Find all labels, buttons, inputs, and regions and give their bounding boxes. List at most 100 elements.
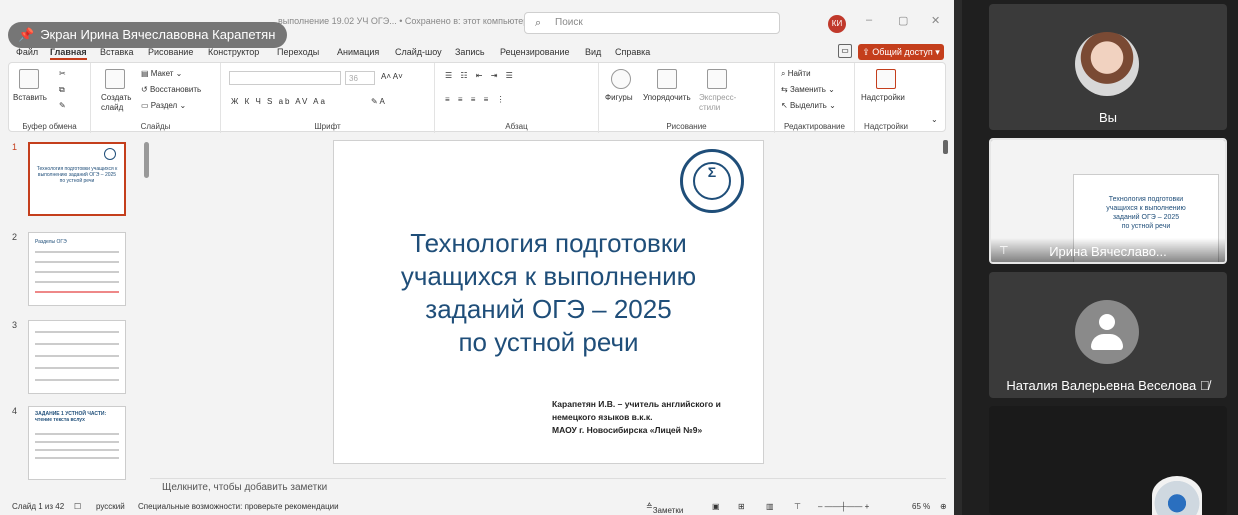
collapse-ribbon-icon[interactable]: ⌄ bbox=[931, 115, 938, 124]
tab-review[interactable]: Рецензирование bbox=[500, 47, 570, 57]
pin-icon[interactable]: ⊤ bbox=[999, 244, 1009, 257]
paste-button[interactable]: Вставить bbox=[13, 93, 47, 102]
tab-animations[interactable]: Анимация bbox=[337, 47, 379, 57]
tab-draw[interactable]: Рисование bbox=[148, 47, 193, 57]
font-format-buttons[interactable]: Ж К Ч S ab AV Aa bbox=[231, 97, 327, 106]
thumbnail-slide-1[interactable]: Технология подготовки учащихся к выполне… bbox=[28, 142, 126, 216]
sorter-view-icon[interactable]: ⊞ bbox=[738, 502, 745, 511]
replace-button[interactable]: ⇆ Заменить ⌄ bbox=[781, 85, 835, 94]
drawing-label: Рисование bbox=[666, 122, 707, 131]
slideshow-icon[interactable]: ⊤ bbox=[794, 502, 801, 511]
section-button[interactable]: ▭ Раздел ⌄ bbox=[141, 101, 186, 110]
table-line bbox=[35, 343, 119, 345]
align-icons[interactable]: ≡ ≡ ≡ ≡ ⋮ bbox=[445, 95, 508, 104]
tab-slideshow[interactable]: Слайд-шоу bbox=[395, 47, 442, 57]
participant-name-text: Наталия Валерьевна Веселова bbox=[1006, 378, 1197, 393]
format-painter-icon[interactable]: ✎ bbox=[59, 101, 66, 110]
thumbnail-number: 2 bbox=[12, 232, 18, 242]
font-size-field[interactable]: 36 bbox=[345, 71, 375, 85]
participant-name: Ирина Вячеславо... bbox=[1049, 244, 1167, 259]
paste-icon[interactable] bbox=[19, 69, 39, 89]
user-avatar[interactable]: КИ bbox=[828, 15, 846, 33]
ribbon: Вставить ✂ ⧉ ✎ Буфер обмена Создать слай… bbox=[8, 62, 946, 133]
shapes-icon[interactable] bbox=[611, 69, 631, 89]
thumbnails-scrollbar[interactable] bbox=[144, 142, 149, 178]
list-icons[interactable]: ☰ ☷ ⇤ ⇥ ☰ bbox=[445, 71, 516, 80]
arrange-icon[interactable] bbox=[657, 69, 677, 89]
table-line bbox=[35, 355, 119, 357]
tab-home[interactable]: Главная bbox=[50, 47, 87, 60]
addins-group: Надстройки Надстройки bbox=[855, 63, 917, 133]
pin-icon[interactable]: 📌 bbox=[18, 27, 34, 42]
close-button[interactable]: ✕ bbox=[931, 14, 940, 27]
normal-view-icon[interactable]: ▣ bbox=[712, 502, 720, 511]
quick-styles-button[interactable]: Экспресс-стили bbox=[699, 93, 739, 113]
slide-scrollbar[interactable] bbox=[943, 140, 948, 154]
font-group: 36 A˄ A˅ Ж К Ч S ab AV Aa ✎ A Шрифт bbox=[221, 63, 435, 133]
search-input[interactable]: ⌕ Поиск bbox=[524, 12, 780, 34]
participant-tile-presenter[interactable]: Технология подготовки учащихся к выполне… bbox=[989, 138, 1227, 264]
reset-button[interactable]: ↺ Восстановить bbox=[141, 85, 201, 94]
cut-icon[interactable]: ✂ bbox=[59, 69, 66, 78]
thumbnail-slide-4[interactable]: ЗАДАНИЕ 1 УСТНОЙ ЧАСТИ: чтение текста вс… bbox=[28, 406, 126, 480]
slide-title: Технология подготовки учащихся к выполне… bbox=[354, 227, 743, 359]
webcam-icon bbox=[1152, 476, 1202, 515]
layout-label: Макет bbox=[150, 69, 174, 78]
preview-title-line: учащихся к выполнению bbox=[1106, 205, 1186, 212]
tab-transitions[interactable]: Переходы bbox=[277, 47, 319, 57]
table-line bbox=[35, 261, 119, 263]
accessibility-status[interactable]: Специальные возможности: проверьте реком… bbox=[138, 502, 339, 511]
select-button[interactable]: ↖ Выделить ⌄ bbox=[781, 101, 836, 110]
thumbnail-slide-3[interactable] bbox=[28, 320, 126, 394]
comments-icon[interactable]: ▭ bbox=[838, 44, 852, 58]
reading-view-icon[interactable]: ▥ bbox=[766, 502, 774, 511]
find-button[interactable]: ⌕ Найти bbox=[781, 69, 811, 79]
tab-design[interactable]: Конструктор bbox=[208, 47, 259, 57]
notes-button[interactable]: ≙ Заметки bbox=[646, 502, 683, 515]
table-line bbox=[35, 271, 119, 273]
language-indicator[interactable]: русский bbox=[96, 502, 125, 511]
tab-file[interactable]: Файл bbox=[16, 47, 38, 57]
minimize-button[interactable]: – bbox=[866, 14, 872, 26]
zoom-level[interactable]: 65 % bbox=[912, 502, 930, 511]
grow-font-icon[interactable]: A˄ A˅ bbox=[381, 72, 403, 81]
participant-tile-self[interactable]: Вы bbox=[989, 4, 1227, 130]
shared-screen: выполнение 19.02 УЧ ОГЭ... • Сохранено в… bbox=[0, 0, 962, 515]
font-name-field[interactable] bbox=[229, 71, 341, 85]
notes-field[interactable]: Щелкните, чтобы добавить заметки bbox=[150, 478, 946, 496]
new-slide-button[interactable]: Создать слайд bbox=[101, 93, 135, 113]
addins-button[interactable]: Надстройки bbox=[861, 93, 905, 102]
preview-title-line: по устной речи bbox=[1121, 223, 1171, 230]
shapes-button[interactable]: Фигуры bbox=[605, 93, 633, 102]
spellcheck-icon[interactable]: ☐ bbox=[74, 502, 81, 511]
text-line bbox=[35, 457, 119, 459]
tab-insert[interactable]: Вставка bbox=[100, 47, 133, 57]
font-color-icon[interactable]: ✎ A bbox=[371, 97, 385, 106]
paragraph-group: ☰ ☷ ⇤ ⇥ ☰ ≡ ≡ ≡ ≡ ⋮ Абзац bbox=[435, 63, 599, 133]
arrange-button[interactable]: Упорядочить bbox=[643, 93, 691, 102]
tab-record[interactable]: Запись bbox=[455, 47, 485, 57]
participants-panel: Вы Технология подготовки учащихся к выпо… bbox=[962, 0, 1238, 515]
slide-author: Карапетян И.В. – учитель английского и н… bbox=[552, 398, 721, 437]
fit-slide-icon[interactable]: ⊕ bbox=[940, 502, 947, 511]
reset-label: Восстановить bbox=[149, 85, 202, 94]
avatar bbox=[1075, 300, 1139, 364]
layout-button[interactable]: ▤ Макет ⌄ bbox=[141, 69, 182, 78]
copy-icon[interactable]: ⧉ bbox=[59, 85, 65, 95]
tab-help[interactable]: Справка bbox=[615, 47, 650, 57]
thumbnail-title: ЗАДАНИЕ 1 УСТНОЙ ЧАСТИ: чтение текста вс… bbox=[35, 411, 107, 423]
thumbnail-number: 1 bbox=[12, 142, 18, 152]
tab-view[interactable]: Вид bbox=[585, 47, 601, 57]
share-button[interactable]: ⇪ Общий доступ ▾ bbox=[858, 44, 944, 60]
participant-tile[interactable]: Наталия Валерьевна Веселова 🎙̸ bbox=[989, 272, 1227, 398]
new-slide-icon[interactable] bbox=[105, 69, 125, 89]
thumbnail-slide-2[interactable]: Разделы ОГЭ bbox=[28, 232, 126, 306]
replace-label: Заменить bbox=[789, 85, 826, 94]
avatar bbox=[1075, 32, 1139, 96]
maximize-button[interactable]: ▢ bbox=[898, 14, 908, 27]
table-line bbox=[35, 367, 119, 369]
zoom-slider[interactable]: – ——┼—— + bbox=[818, 502, 869, 511]
quick-styles-icon[interactable] bbox=[707, 69, 727, 89]
current-slide[interactable]: Σ Технология подготовки учащихся к выпол… bbox=[333, 140, 764, 464]
addins-icon[interactable] bbox=[876, 69, 896, 89]
